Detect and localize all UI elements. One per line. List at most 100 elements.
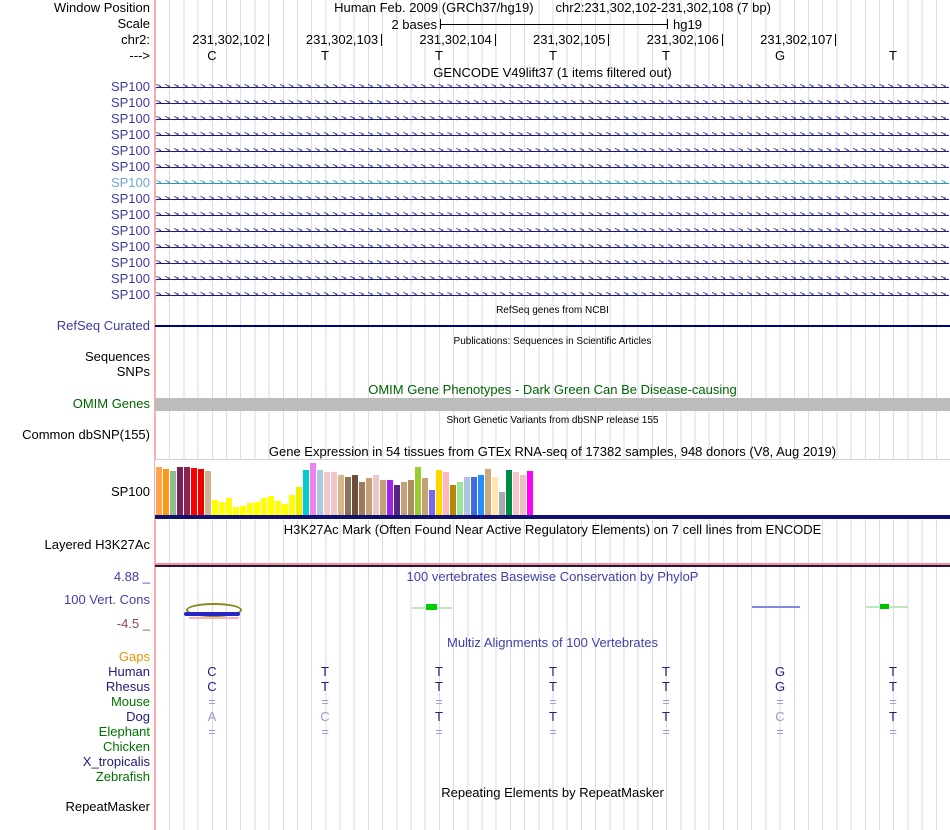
publications-track-title[interactable]: Publications: Sequences in Scientific Ar… [155,336,950,348]
track-label-species-dog[interactable]: Dog [0,710,150,724]
gtex-tissue-bar[interactable] [457,482,463,515]
gtex-tissue-bar[interactable] [387,480,393,515]
gtex-tissue-bar[interactable] [254,502,260,515]
gtex-tissue-bar[interactable] [422,478,428,515]
gtex-tissue-bar[interactable] [492,477,498,515]
track-label-common-dbsnp[interactable]: Common dbSNP(155) [0,428,150,442]
sp100-transcript-arrows[interactable]: >>>>>>>>>>>>>>>>>>>>>>>>>>>>>>>>>>>>>>>>… [156,160,949,176]
gtex-tissue-bar[interactable] [513,472,519,515]
track-label-omim-genes[interactable]: OMIM Genes [0,397,150,411]
track-label-sp100[interactable]: SP100 [0,144,150,158]
gtex-tissue-bar[interactable] [226,498,232,515]
track-label-sp100[interactable]: SP100 [0,176,150,190]
sp100-transcript-arrows[interactable]: >>>>>>>>>>>>>>>>>>>>>>>>>>>>>>>>>>>>>>>>… [156,208,949,224]
gtex-tissue-bar[interactable] [408,480,414,515]
omim-track-title[interactable]: OMIM Gene Phenotypes - Dark Green Can Be… [155,383,950,397]
gtex-tissue-bar[interactable] [373,475,379,515]
gtex-tissue-bar[interactable] [345,477,351,515]
track-label-species-rhesus[interactable]: Rhesus [0,680,150,694]
track-label-sp100[interactable]: SP100 [0,160,150,174]
gtex-tissue-bar[interactable] [184,467,190,515]
gtex-tissue-bar[interactable] [303,470,309,515]
track-label-species-elephant[interactable]: Elephant [0,725,150,739]
sp100-transcript-arrows[interactable]: >>>>>>>>>>>>>>>>>>>>>>>>>>>>>>>>>>>>>>>>… [156,128,949,144]
track-label-snps[interactable]: SNPs [0,365,150,379]
refseq-track-title[interactable]: RefSeq genes from NCBI [155,305,950,317]
gtex-tissue-bar[interactable] [352,475,358,515]
track-label-sp100[interactable]: SP100 [0,240,150,254]
gtex-tissue-bar[interactable] [450,485,456,515]
gtex-tissue-bar[interactable] [247,503,253,515]
track-label-sp100[interactable]: SP100 [0,256,150,270]
sp100-transcript-arrows[interactable]: >>>>>>>>>>>>>>>>>>>>>>>>>>>>>>>>>>>>>>>>… [156,192,949,208]
gtex-tissue-bar[interactable] [268,496,274,515]
gtex-tissue-bar[interactable] [485,469,491,515]
track-label-sp100[interactable]: SP100 [0,128,150,142]
track-label-sp100[interactable]: SP100 [0,208,150,222]
track-label-sp100[interactable]: SP100 [0,80,150,94]
phylop-track-title[interactable]: 100 vertebrates Basewise Conservation by… [155,570,950,584]
track-label-refseq-curated[interactable]: RefSeq Curated [0,319,150,333]
sp100-transcript-arrows[interactable]: >>>>>>>>>>>>>>>>>>>>>>>>>>>>>>>>>>>>>>>>… [156,240,949,256]
gtex-tissue-bar[interactable] [471,477,477,515]
gtex-tissue-bar[interactable] [156,467,162,515]
sp100-transcript-arrows[interactable]: >>>>>>>>>>>>>>>>>>>>>>>>>>>>>>>>>>>>>>>>… [156,144,949,160]
gtex-tissue-bar[interactable] [366,478,372,515]
gtex-tissue-bar[interactable] [282,504,288,515]
sp100-transcript-arrows[interactable]: >>>>>>>>>>>>>>>>>>>>>>>>>>>>>>>>>>>>>>>>… [156,176,949,192]
gtex-tissue-bar[interactable] [401,482,407,515]
dbsnp-track-title[interactable]: Short Genetic Variants from dbSNP releas… [155,415,950,427]
track-label-sp100[interactable]: SP100 [0,112,150,126]
gtex-tissue-bar[interactable] [177,467,183,515]
gtex-tissue-bar[interactable] [275,501,281,515]
gtex-tissue-bar[interactable] [478,475,484,515]
sp100-transcript-arrows[interactable]: >>>>>>>>>>>>>>>>>>>>>>>>>>>>>>>>>>>>>>>>… [156,224,949,240]
gtex-tissue-bar[interactable] [191,468,197,515]
track-label-sp100[interactable]: SP100 [0,272,150,286]
gtex-tissue-bar[interactable] [296,487,302,515]
gtex-tissue-bar[interactable] [338,475,344,515]
track-label-species-human[interactable]: Human [0,665,150,679]
refseq-gene-line[interactable] [155,325,950,327]
gtex-tissue-bar[interactable] [520,475,526,515]
gtex-tissue-bar[interactable] [429,490,435,515]
repeatmasker-track-title[interactable]: Repeating Elements by RepeatMasker [155,786,950,800]
gtex-tissue-bar[interactable] [380,480,386,515]
sp100-transcript-arrows[interactable]: >>>>>>>>>>>>>>>>>>>>>>>>>>>>>>>>>>>>>>>>… [156,272,949,288]
gtex-tissue-bar[interactable] [394,485,400,515]
gtex-tissue-bar[interactable] [310,463,316,515]
gtex-track-title[interactable]: Gene Expression in 54 tissues from GTEx … [155,445,950,459]
track-label-species-mouse[interactable]: Mouse [0,695,150,709]
gtex-tissue-bar[interactable] [499,492,505,515]
gtex-tissue-bar[interactable] [443,472,449,515]
gtex-tissue-bar[interactable] [163,469,169,515]
gtex-tissue-bar[interactable] [317,470,323,515]
track-label-sp100[interactable]: SP100 [0,288,150,302]
gencode-track-title[interactable]: GENCODE V49lift37 (1 items filtered out) [155,66,950,80]
track-label-repeatmasker[interactable]: RepeatMasker [0,800,150,814]
track-label-species-x_tropicalis[interactable]: X_tropicalis [0,755,150,769]
gtex-tissue-bar[interactable] [198,469,204,515]
gtex-tissue-bar[interactable] [205,471,211,515]
sp100-transcript-arrows[interactable]: >>>>>>>>>>>>>>>>>>>>>>>>>>>>>>>>>>>>>>>>… [156,112,949,128]
track-label-sp100[interactable]: SP100 [0,192,150,206]
track-label-species-chicken[interactable]: Chicken [0,740,150,754]
sp100-transcript-arrows[interactable]: >>>>>>>>>>>>>>>>>>>>>>>>>>>>>>>>>>>>>>>>… [156,288,949,304]
gtex-tissue-bar[interactable] [261,498,267,515]
gtex-tissue-bar[interactable] [359,482,365,515]
sp100-transcript-arrows[interactable]: >>>>>>>>>>>>>>>>>>>>>>>>>>>>>>>>>>>>>>>>… [156,80,949,96]
omim-gene-bar[interactable] [155,398,950,411]
gtex-tissue-bar[interactable] [415,467,421,515]
gtex-tissue-bar[interactable] [289,495,295,515]
sp100-transcript-arrows[interactable]: >>>>>>>>>>>>>>>>>>>>>>>>>>>>>>>>>>>>>>>>… [156,256,949,272]
gtex-tissue-bar[interactable] [233,507,239,515]
track-label-h3k27ac[interactable]: Layered H3K27Ac [0,538,150,552]
track-label-sp100[interactable]: SP100 [0,96,150,110]
gtex-tissue-bar[interactable] [212,500,218,515]
gtex-tissue-bar[interactable] [331,472,337,515]
gtex-tissue-bar[interactable] [436,470,442,515]
gtex-tissue-bar[interactable] [506,470,512,515]
track-label-100-vert-cons[interactable]: 100 Vert. Cons [0,593,150,607]
gtex-tissue-bar[interactable] [240,506,246,515]
track-label-species-zebrafish[interactable]: Zebrafish [0,770,150,784]
